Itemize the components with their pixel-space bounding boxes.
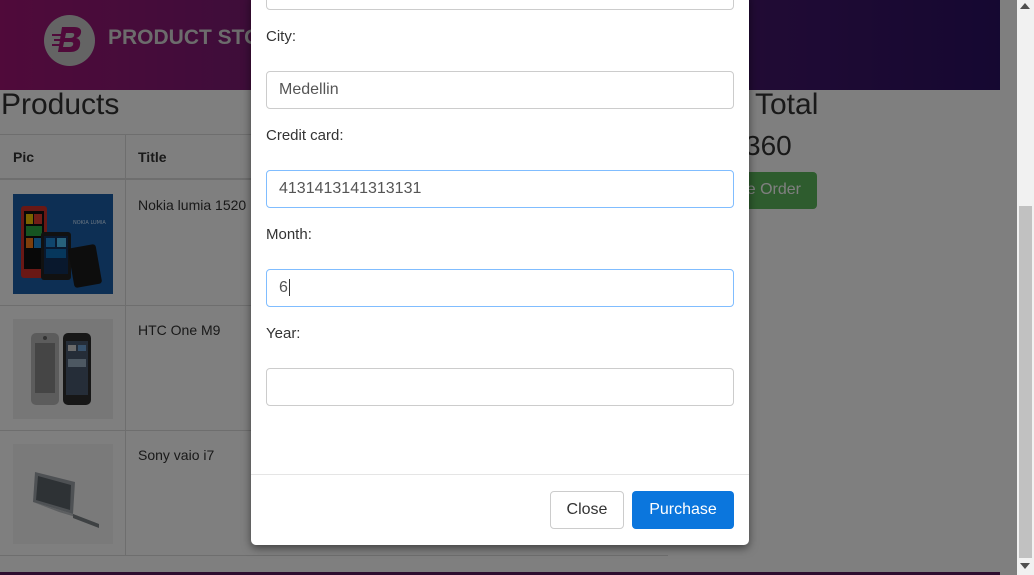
close-button[interactable]: Close bbox=[550, 491, 624, 529]
year-field[interactable] bbox=[266, 368, 734, 406]
month-field[interactable]: 6 bbox=[266, 269, 734, 307]
scroll-up-arrow-icon[interactable] bbox=[1020, 3, 1030, 9]
year-label: Year: bbox=[266, 325, 301, 342]
month-value: 6 bbox=[279, 279, 288, 296]
scrollbar-gutter bbox=[1000, 0, 1017, 575]
purchase-button[interactable]: Purchase bbox=[632, 491, 734, 529]
scrollbar-thumb[interactable] bbox=[1019, 206, 1032, 558]
modal-footer-divider bbox=[251, 474, 749, 475]
text-caret bbox=[288, 279, 290, 297]
month-label: Month: bbox=[266, 226, 312, 243]
scrollbar[interactable] bbox=[1000, 0, 1034, 575]
city-label: City: bbox=[266, 28, 296, 45]
city-field[interactable]: Medellin bbox=[266, 71, 734, 109]
place-order-modal: City: Medellin Credit card: 413141314131… bbox=[251, 0, 749, 545]
credit-card-label: Credit card: bbox=[266, 127, 344, 144]
scroll-down-arrow-icon[interactable] bbox=[1020, 563, 1030, 569]
name-field[interactable] bbox=[266, 0, 734, 10]
credit-card-field[interactable]: 4131413141313131 bbox=[266, 170, 734, 208]
